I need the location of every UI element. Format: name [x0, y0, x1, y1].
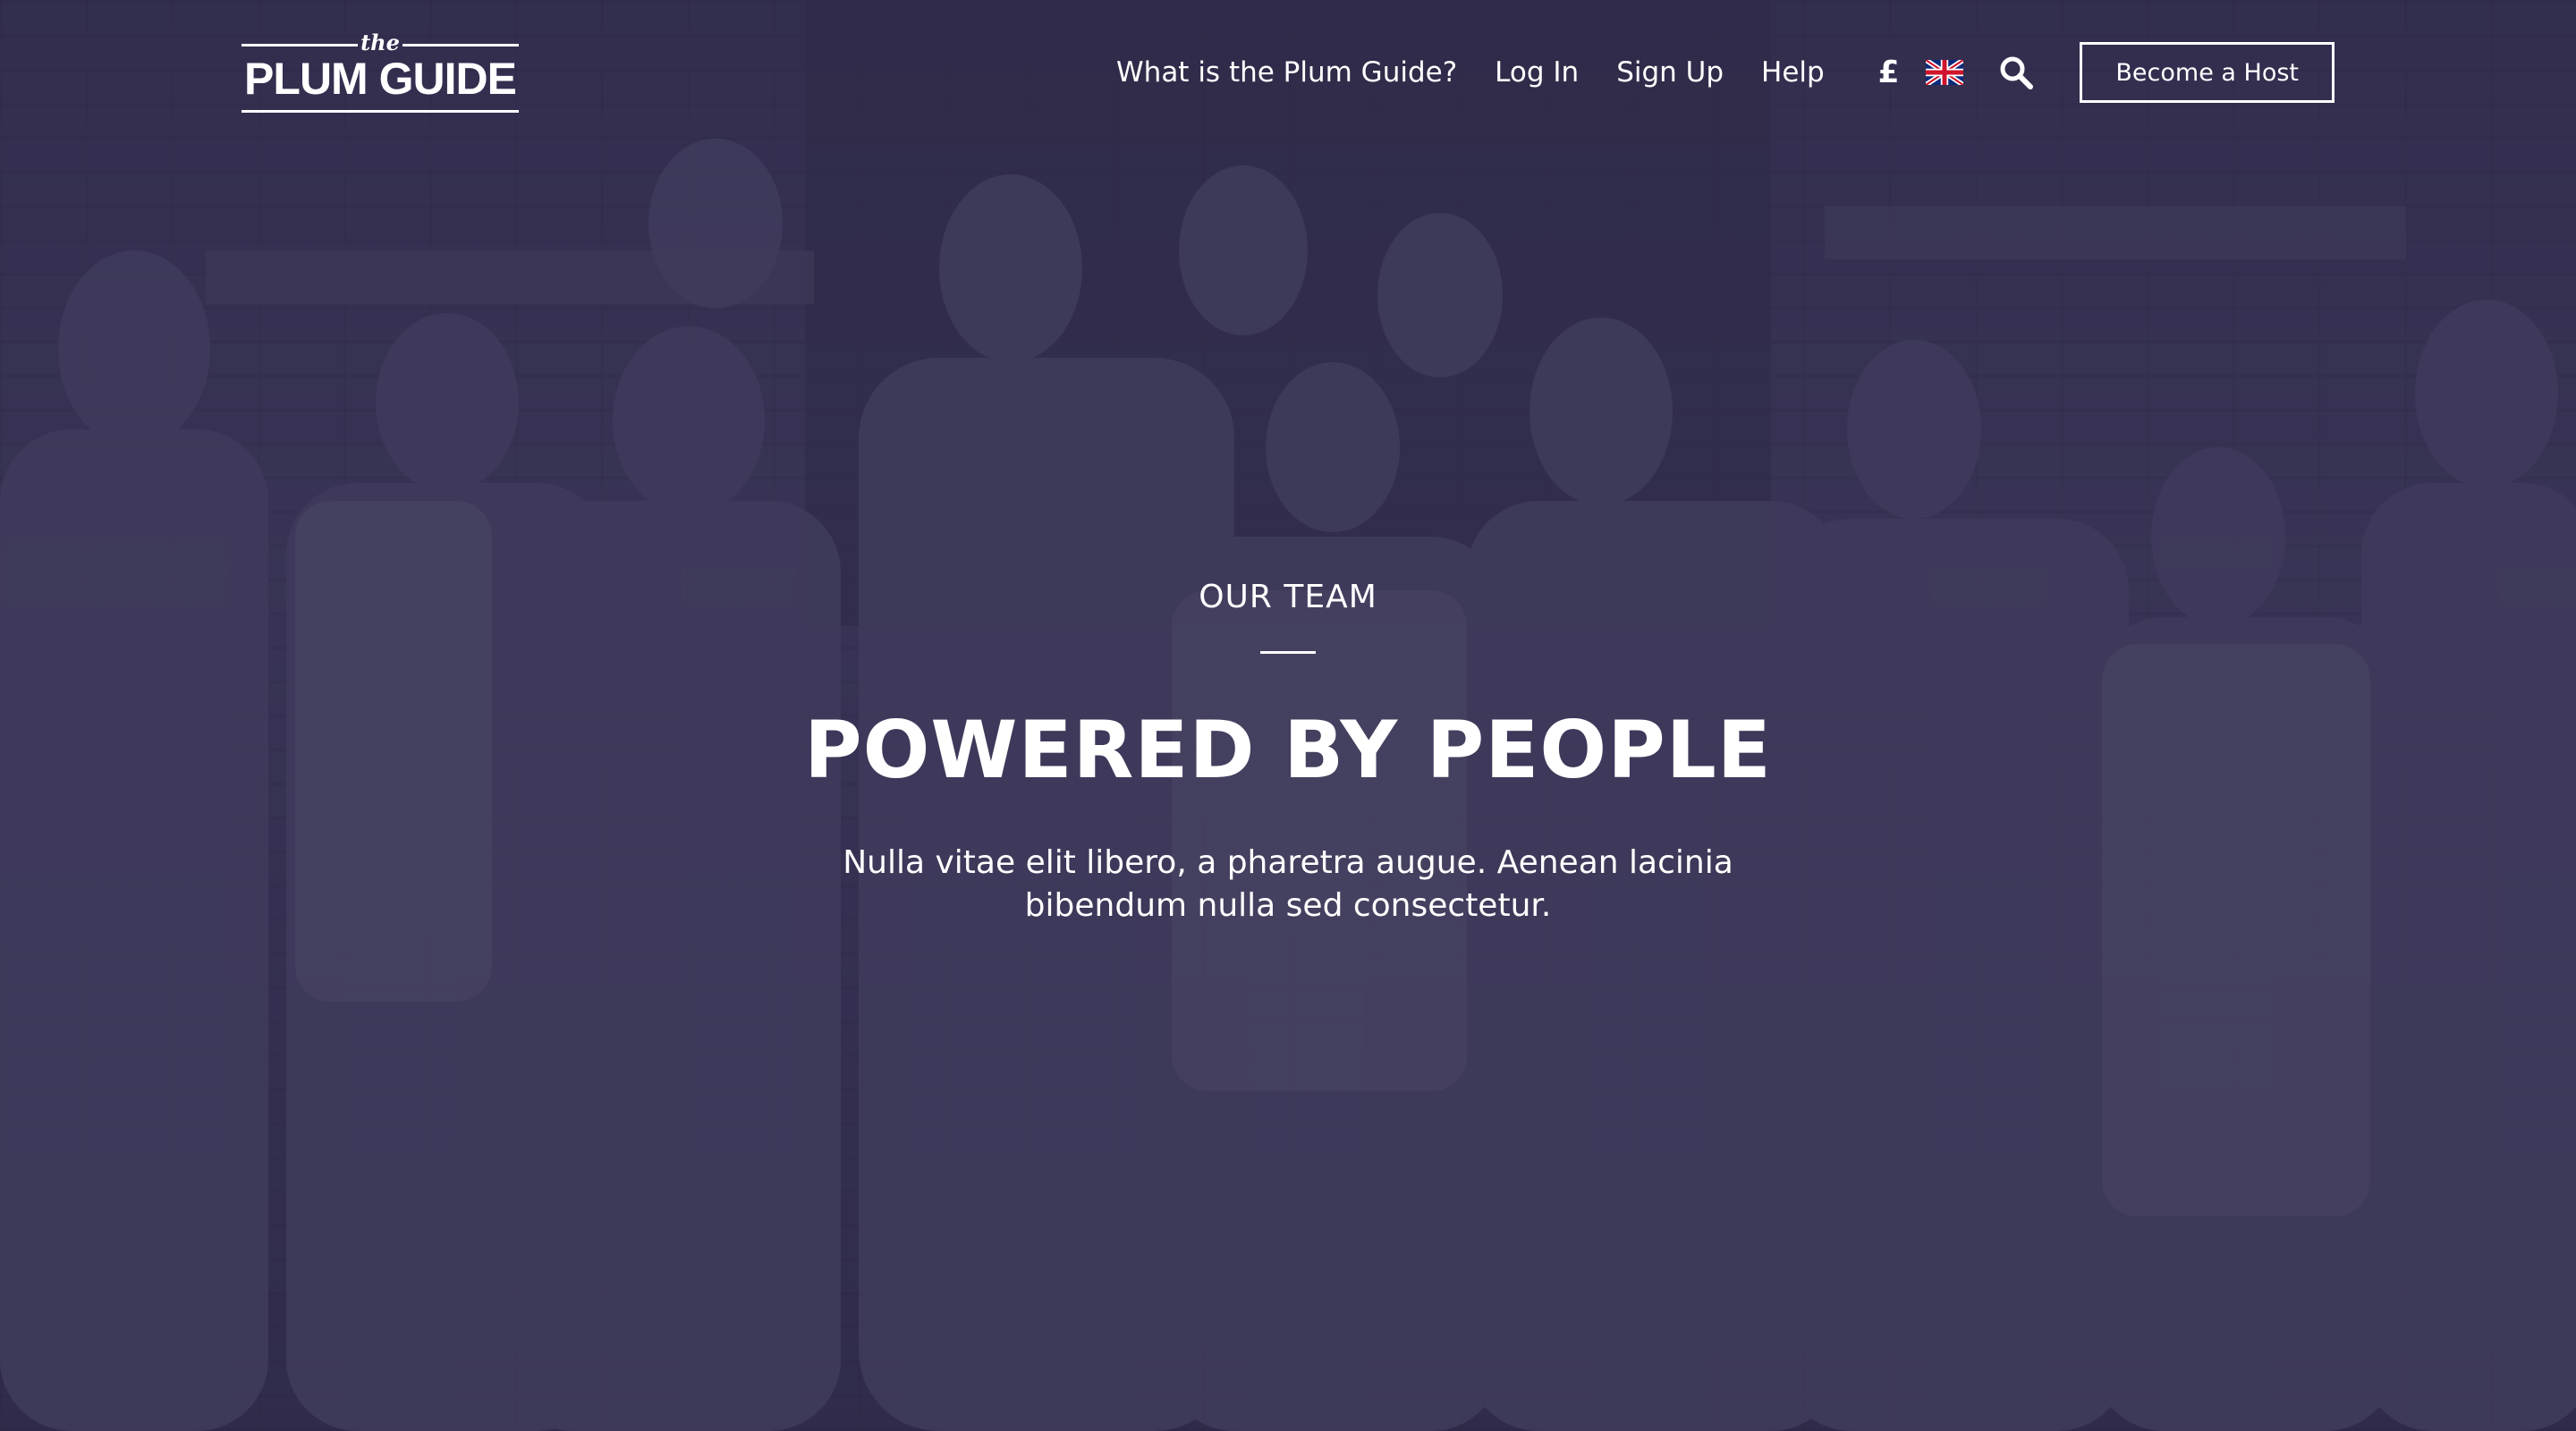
hero-title: POWERED BY PEOPLE [804, 704, 1772, 796]
eyebrow-divider [1260, 651, 1316, 654]
hero-content: OUR TEAM POWERED BY PEOPLE Nulla vitae e… [0, 572, 2576, 927]
uk-flag-icon[interactable] [1926, 60, 1964, 85]
section-eyebrow: OUR TEAM [1199, 579, 1377, 615]
currency-selector[interactable]: £ [1878, 55, 1900, 90]
logo-the-text: the [360, 30, 400, 55]
search-icon-graphic [2000, 56, 2034, 89]
become-a-host-button[interactable]: Become a Host [2080, 42, 2334, 103]
uk-flag-graphic [1926, 60, 1964, 85]
logo-underline [242, 110, 519, 113]
nav-link-help[interactable]: Help [1761, 56, 1825, 89]
main-nav: What is the Plum Guide? Log In Sign Up H… [1116, 42, 2334, 103]
hero-subtitle: Nulla vitae elit libero, a pharetra augu… [843, 844, 1733, 924]
hero-section: the PLUM GUIDE What is the Plum Guide? L… [0, 0, 2576, 1431]
nav-link-sign-up[interactable]: Sign Up [1616, 56, 1724, 89]
site-header: the PLUM GUIDE What is the Plum Guide? L… [0, 0, 2576, 143]
logo-rule-right [402, 44, 519, 47]
search-icon[interactable] [1997, 54, 2035, 91]
logo-top-row: the [242, 30, 519, 55]
nav-link-log-in[interactable]: Log In [1495, 56, 1579, 89]
logo-brand-text: PLUM GUIDE [244, 54, 517, 104]
nav-link-what-is[interactable]: What is the Plum Guide? [1116, 56, 1457, 89]
plum-guide-logo[interactable]: the PLUM GUIDE [242, 30, 519, 113]
